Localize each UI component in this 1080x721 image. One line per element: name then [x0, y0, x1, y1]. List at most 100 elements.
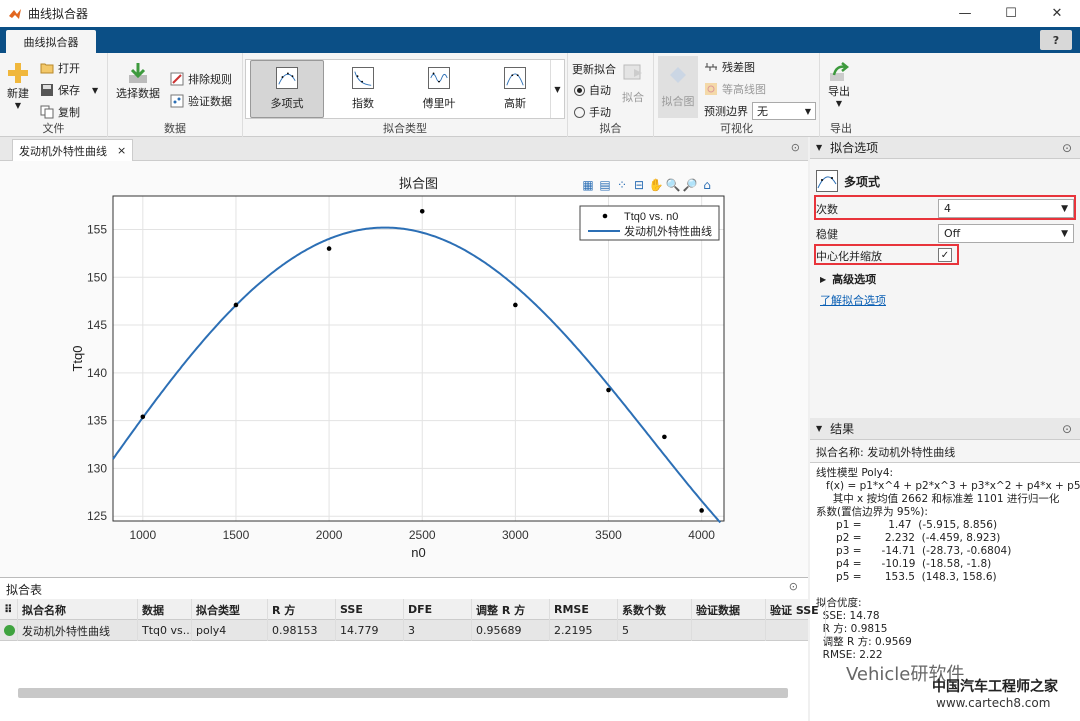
select-data-label: 选择数据: [116, 87, 160, 100]
fit-type-polynomial[interactable]: 多项式: [250, 60, 324, 118]
table-cell: 0.95689: [472, 620, 550, 641]
learn-more-link[interactable]: 了解拟合选项: [820, 292, 886, 308]
plot-tool-icon[interactable]: ▦: [582, 178, 593, 192]
gallery-expand-icon[interactable]: ▼: [550, 60, 564, 118]
contour-button[interactable]: 等高线图: [704, 81, 766, 97]
results-line: p5 = 153.5 (148.3, 158.6): [816, 571, 997, 583]
residuals-icon: [705, 63, 717, 71]
minimize-button[interactable]: —: [942, 0, 988, 27]
save-button[interactable]: 保存 ▼: [40, 82, 98, 98]
plus-icon: [8, 63, 28, 83]
column-header[interactable]: 拟合类型: [192, 599, 268, 620]
horizontal-scrollbar[interactable]: [18, 688, 788, 698]
open-button[interactable]: 打开: [40, 60, 80, 76]
advanced-options-row[interactable]: ▶ 高级选项: [816, 268, 1074, 290]
results-line: R 方: 0.9815: [816, 623, 888, 635]
panel-menu-icon[interactable]: ⊙: [791, 141, 800, 154]
auto-radio[interactable]: 自动: [574, 82, 611, 98]
column-header[interactable]: R 方: [268, 599, 336, 620]
maximize-button[interactable]: ☐: [988, 0, 1034, 27]
document-tab-bar: 发动机外特性曲线 × ⊙: [0, 137, 808, 161]
y-axis-label: Ttq0: [70, 345, 85, 371]
file-group-label: 文件: [42, 122, 65, 135]
plot-tool-icon[interactable]: ⌂: [703, 178, 711, 192]
plot-tool-icon[interactable]: 🔍: [666, 177, 681, 192]
column-header[interactable]: DFE: [404, 599, 472, 620]
select-data-button[interactable]: 选择数据: [116, 61, 160, 101]
table-row[interactable]: 发动机外特性曲线 Ttq0 vs... poly4 0.98153 14.779 3 0.9…: [0, 620, 826, 641]
visualization-group-label: 可视化: [720, 122, 753, 135]
right-panel: ▼ 拟合选项 ⊙ 多项式 次数 4 ▼ 稳健 Off ▼ 中心化并缩放 ✓ ▶ …: [810, 137, 1080, 721]
column-header[interactable]: 数据: [138, 599, 192, 620]
tab-curve-fitter[interactable]: 曲线拟合器: [6, 30, 96, 53]
copy-icon: [40, 105, 54, 119]
results-line: p1 = 1.47 (-5.915, 8.856): [816, 519, 998, 531]
fit-plot-button[interactable]: 拟合图: [658, 56, 698, 118]
exclusion-rules-button[interactable]: 排除规则: [170, 71, 232, 87]
copy-button[interactable]: 复制: [40, 104, 80, 120]
data-point: [606, 387, 611, 393]
column-header[interactable]: RMSE: [550, 599, 618, 620]
ribbon: 新建 ▼ 打开 保存 ▼ 复制 文件 选择数据 排除规则 验证数据 数据 多项式…: [0, 53, 1080, 137]
close-icon[interactable]: ×: [117, 144, 126, 157]
manual-label: 手动: [589, 106, 611, 119]
help-button[interactable]: ?: [1040, 30, 1072, 50]
y-tick-label: 145: [87, 318, 107, 332]
column-header[interactable]: 系数个数: [618, 599, 692, 620]
file-group: 新建 ▼ 打开 保存 ▼ 复制 文件: [0, 53, 108, 137]
column-header[interactable]: 验证数据: [692, 599, 766, 620]
column-header[interactable]: SSE: [336, 599, 404, 620]
plot-tool-icon[interactable]: ▤: [599, 178, 610, 192]
y-tick-label: 135: [87, 414, 107, 428]
table-cell: [692, 620, 766, 641]
x-tick-label: 2500: [409, 528, 436, 542]
validation-icon: [170, 94, 184, 108]
new-button[interactable]: 新建 ▼: [6, 61, 30, 110]
validation-data-button[interactable]: 验证数据: [170, 93, 232, 109]
x-axis-label: n0: [411, 545, 425, 560]
window-title: 曲线拟合器: [28, 7, 89, 21]
collapse-icon[interactable]: ▼: [816, 143, 822, 152]
plot-tool-icon[interactable]: ✋: [649, 178, 664, 192]
fit-button[interactable]: 拟合: [622, 61, 644, 105]
prediction-bounds-select[interactable]: 无 ▼: [752, 102, 816, 120]
y-tick-label: 155: [87, 222, 107, 236]
radio-checked-icon: [574, 84, 585, 96]
panel-menu-icon[interactable]: ⊙: [789, 580, 798, 593]
chevron-down-icon: ▼: [14, 101, 22, 110]
validation-data-label: 验证数据: [188, 95, 232, 108]
plot-background: [113, 196, 724, 521]
plot-area: 1000 1500 2000 2500 3000 3500 4000 125 130 135 140…: [0, 161, 808, 577]
gaussian-icon: [504, 67, 526, 89]
plot-tool-icon[interactable]: 🔎: [683, 177, 698, 192]
watermark-url: www.cartech8.com: [936, 696, 1051, 710]
import-data-icon: [129, 63, 147, 83]
fit-button-label: 拟合: [622, 91, 644, 104]
column-header[interactable]: 调整 R 方: [472, 599, 550, 620]
fit-type-fourier[interactable]: 傅里叶: [402, 60, 476, 118]
fit-type-group-label: 拟合类型: [383, 122, 427, 135]
plot-tool-icon[interactable]: ⁘: [617, 178, 627, 192]
close-button[interactable]: ✕: [1034, 0, 1080, 27]
table-header-row: ⠿ 拟合名称 数据 拟合类型 R 方 SSE DFE 调整 R 方 RMSE 系数个数 验证数据 验证…: [0, 599, 826, 620]
fit-type-exponential[interactable]: 指数: [326, 60, 400, 118]
x-tick-label: 2000: [316, 528, 343, 542]
collapse-icon[interactable]: ▼: [816, 424, 822, 433]
fit-type-fourier-label: 傅里叶: [422, 97, 456, 110]
x-tick-label: 1000: [129, 528, 156, 542]
panel-menu-icon[interactable]: ⊙: [1062, 141, 1072, 155]
auto-update-label: 更新拟合: [572, 63, 616, 76]
fit-chart[interactable]: 1000 1500 2000 2500 3000 3500 4000 125 130 135 140…: [0, 161, 808, 577]
residuals-button[interactable]: 残差图: [704, 59, 755, 75]
export-button[interactable]: 导出 ▼: [828, 61, 850, 108]
manual-radio[interactable]: 手动: [574, 104, 611, 120]
panel-menu-icon[interactable]: ⊙: [1062, 422, 1072, 436]
robust-select[interactable]: Off ▼: [938, 224, 1074, 243]
table-cell: poly4: [192, 620, 268, 641]
doc-tab-engine-curve[interactable]: 发动机外特性曲线 ×: [12, 139, 134, 161]
column-header[interactable]: 拟合名称: [18, 599, 138, 620]
export-label: 导出: [828, 85, 850, 98]
fit-type-gaussian[interactable]: 高斯: [478, 60, 552, 118]
column-header[interactable]: 验证 SSE: [766, 599, 826, 620]
plot-tool-icon[interactable]: ⊟: [634, 178, 644, 192]
